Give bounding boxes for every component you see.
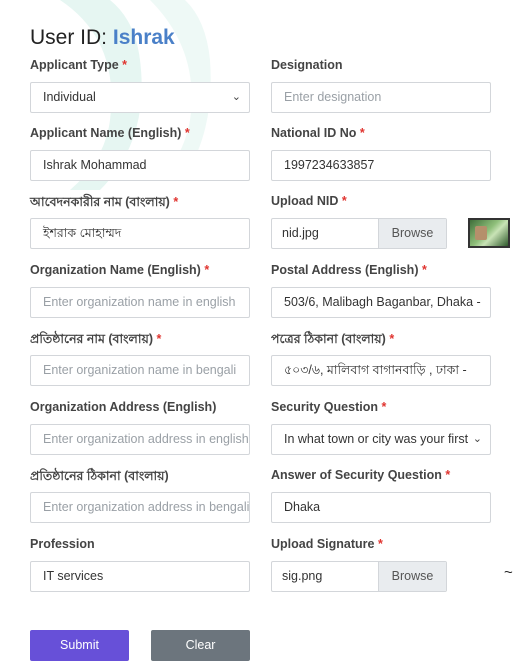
applicant-type-label: Applicant Type <box>30 58 119 72</box>
submit-button[interactable]: Submit <box>30 630 129 661</box>
required-marker: * <box>389 332 395 346</box>
org-name-bn-label: প্রতিষ্ঠানের নাম (বাংলায়) <box>30 332 153 346</box>
upload-signature-label: Upload Signature <box>271 537 375 551</box>
org-name-en-placeholder: Enter organization name in english <box>43 295 236 309</box>
required-marker: * <box>381 400 387 414</box>
postal-address-bn-label: পত্রের ঠিকানা (বাংলায়) <box>271 332 386 346</box>
security-question-value: In what town or city was your first <box>284 432 469 446</box>
user-id-prefix: User ID: <box>30 26 108 49</box>
nid-file-name: nid.jpg <box>282 226 319 240</box>
org-address-en-input[interactable]: Enter organization address in english <box>30 424 250 455</box>
national-id-label: National ID No <box>271 126 357 140</box>
applicant-type-value: Individual <box>43 90 96 104</box>
org-name-bn-input[interactable]: Enter organization name in bengali <box>30 355 250 386</box>
org-name-bn-placeholder: Enter organization name in bengali <box>43 363 237 377</box>
org-name-en-input[interactable]: Enter organization name in english <box>30 287 250 318</box>
signature-file-name: sig.png <box>282 569 323 583</box>
postal-address-bn-input[interactable]: ৫০৩/৬, মালিবাগ বাগানবাড়ি , ঢাকা - <box>271 355 491 386</box>
designation-field: Designation Enter designation <box>271 58 491 113</box>
profession-label: Profession <box>30 537 95 551</box>
applicant-name-en-input[interactable]: Ishrak Mohammad <box>30 150 250 181</box>
signature-preview: ~ <box>504 564 513 581</box>
required-marker: * <box>445 468 451 482</box>
required-marker: * <box>122 58 128 72</box>
postal-address-en-label: Postal Address (English) <box>271 263 419 277</box>
postal-address-en-input[interactable]: 503/6, Malibagh Baganbar, Dhaka - <box>271 287 491 318</box>
applicant-name-en-label: Applicant Name (English) <box>30 126 182 140</box>
org-address-bn-field: প্রতিষ্ঠানের ঠিকানা (বাংলায়) Enter orga… <box>30 468 250 523</box>
clear-button[interactable]: Clear <box>151 630 250 661</box>
security-answer-label: Answer of Security Question <box>271 468 442 482</box>
security-question-select[interactable]: In what town or city was your first ⌄ <box>271 424 491 455</box>
nid-thumbnail <box>468 218 510 248</box>
national-id-input[interactable]: 1997234633857 <box>271 150 491 181</box>
postal-address-en-field: Postal Address (English) * 503/6, Maliba… <box>271 263 491 318</box>
chevron-down-icon: ⌄ <box>231 91 241 103</box>
required-marker: * <box>377 537 383 551</box>
org-name-en-field: Organization Name (English) * Enter orga… <box>30 263 250 318</box>
nid-browse-button[interactable]: Browse <box>378 219 446 248</box>
security-answer-input[interactable]: Dhaka <box>271 492 491 523</box>
org-address-bn-placeholder: Enter organization address in bengali <box>43 500 250 514</box>
upload-signature-input[interactable]: sig.png Browse <box>271 561 447 592</box>
upload-signature-field: Upload Signature * sig.png Browse <box>271 537 447 592</box>
org-address-bn-input[interactable]: Enter organization address in bengali <box>30 492 250 523</box>
applicant-name-bn-input[interactable]: ইশরাক মোহাম্মদ <box>30 218 250 249</box>
org-address-en-placeholder: Enter organization address in english <box>43 432 249 446</box>
applicant-name-bn-label: আবেদনকারীর নাম (বাংলায়) <box>30 195 170 209</box>
upload-nid-field: Upload NID * nid.jpg Browse <box>271 194 447 249</box>
designation-placeholder: Enter designation <box>284 90 382 104</box>
user-id-value: Ishrak <box>112 26 175 49</box>
required-marker: * <box>359 126 365 140</box>
org-address-bn-label: প্রতিষ্ঠানের ঠিকানা (বাংলায়) <box>30 469 169 483</box>
security-answer-field: Answer of Security Question * Dhaka <box>271 468 491 523</box>
required-marker: * <box>156 332 162 346</box>
required-marker: * <box>184 126 190 140</box>
designation-label: Designation <box>271 58 343 72</box>
postal-address-bn-field: পত্রের ঠিকানা (বাংলায়) * ৫০৩/৬, মালিবাগ… <box>271 331 491 386</box>
national-id-field: National ID No * 1997234633857 <box>271 126 491 181</box>
page-title: User ID: Ishrak <box>30 26 175 50</box>
applicant-type-field: Applicant Type * Individual ⌄ <box>30 58 250 113</box>
org-name-en-label: Organization Name (English) <box>30 263 201 277</box>
required-marker: * <box>204 263 210 277</box>
security-question-field: Security Question * In what town or city… <box>271 400 491 455</box>
upload-nid-input[interactable]: nid.jpg Browse <box>271 218 447 249</box>
designation-input[interactable]: Enter designation <box>271 82 491 113</box>
org-name-bn-field: প্রতিষ্ঠানের নাম (বাংলায়) * Enter organ… <box>30 331 250 386</box>
signature-browse-button[interactable]: Browse <box>378 562 446 591</box>
profession-input[interactable]: IT services <box>30 561 250 592</box>
chevron-down-icon: ⌄ <box>472 433 482 445</box>
profession-field: Profession IT services <box>30 537 250 592</box>
security-question-label: Security Question <box>271 400 378 414</box>
applicant-name-bn-field: আবেদনকারীর নাম (বাংলায়) * ইশরাক মোহাম্ম… <box>30 194 250 249</box>
upload-nid-label: Upload NID <box>271 194 339 208</box>
required-marker: * <box>421 263 427 277</box>
required-marker: * <box>173 195 179 209</box>
applicant-type-select[interactable]: Individual ⌄ <box>30 82 250 113</box>
applicant-name-en-field: Applicant Name (English) * Ishrak Mohamm… <box>30 126 250 181</box>
org-address-en-label: Organization Address (English) <box>30 400 217 414</box>
org-address-en-field: Organization Address (English) Enter org… <box>30 400 250 455</box>
required-marker: * <box>341 194 347 208</box>
